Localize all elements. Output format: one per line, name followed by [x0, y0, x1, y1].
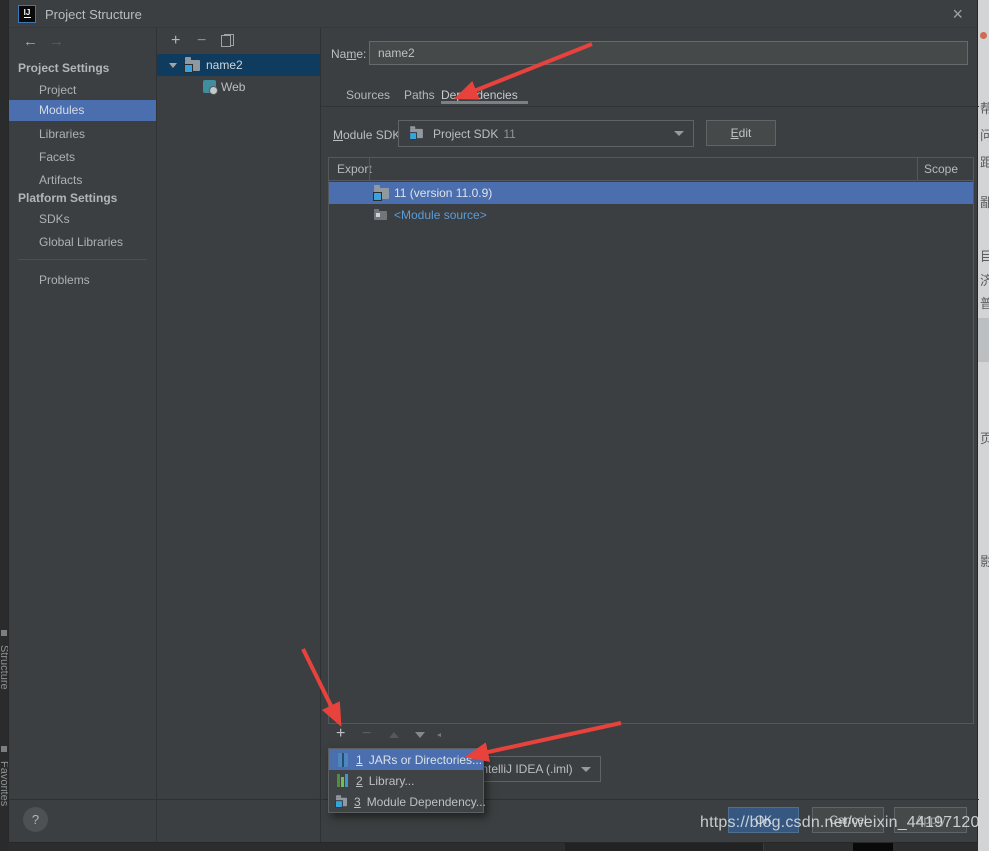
chevron-down-icon[interactable] [169, 63, 177, 68]
screen: Structure Favorites 帮 问 距 鄙 目 济 普 页 影 IJ… [0, 0, 989, 851]
bottom-segment [565, 843, 763, 851]
ide-left-stripe: Structure Favorites [0, 0, 8, 851]
name-label: Name: [331, 47, 366, 61]
clipped-cjk-char: 问 [980, 125, 989, 144]
dependencies-table-header[interactable]: Export Scope [329, 158, 973, 181]
iml-format-combo[interactable]: IntelliJ IDEA (.iml) [469, 756, 601, 782]
move-up-icon[interactable] [389, 732, 399, 738]
sdk-icon [410, 129, 423, 138]
sidebar-item-project[interactable]: Project [9, 80, 156, 101]
scope-column-header[interactable]: Scope [924, 158, 958, 180]
move-down-icon[interactable] [415, 732, 425, 738]
clipped-cjk-char: 目 [980, 246, 989, 265]
clipped-cjk-char: 帮 [980, 98, 989, 117]
sidebar-item-facets[interactable]: Facets [9, 147, 156, 168]
tabs-separator [321, 106, 979, 107]
sidebar-divider [18, 259, 147, 260]
tab-paths[interactable]: Paths [404, 85, 435, 105]
library-icon [335, 774, 350, 787]
sidebar-item-modules[interactable]: Modules [9, 100, 156, 121]
dependencies-table: Export Scope 11 (version 11.0.9) <Module… [328, 157, 974, 724]
tree-row-web[interactable]: Web [157, 76, 320, 98]
toolwindow-label-favorites[interactable]: Favorites [0, 761, 8, 806]
footer-separator [9, 799, 979, 800]
toolwindow-label-structure[interactable]: Structure [0, 645, 8, 690]
menu-item-module-dependency[interactable]: 3 Module Dependency... [329, 791, 483, 812]
tree-root-label[interactable]: name2 [206, 54, 243, 76]
dependency-label[interactable]: 11 (version 11.0.9) [394, 182, 492, 204]
tree-child-label[interactable]: Web [221, 76, 245, 98]
forward-arrow-icon: → [49, 33, 64, 50]
back-arrow-icon[interactable]: ← [23, 33, 38, 50]
module-source-icon [374, 211, 387, 220]
structure-toolwindow-icon [1, 630, 7, 636]
remove-module-icon[interactable]: − [197, 31, 206, 51]
clipped-cjk-char: 济 [980, 270, 989, 289]
sidebar-item-problems[interactable]: Problems [9, 270, 156, 291]
dependency-row-sdk[interactable]: 11 (version 11.0.9) [329, 182, 973, 204]
intellij-logo-icon: IJ [18, 5, 36, 23]
edit-button[interactable]: Edit [706, 120, 776, 146]
sidebar-item-libraries[interactable]: Libraries [9, 124, 156, 145]
bottom-black-box [853, 843, 893, 851]
modules-tree-panel: + − name2 Web [156, 28, 321, 842]
clipped-cjk-char: 页 [980, 428, 989, 447]
module-sdk-label: Module SDK: [333, 128, 404, 142]
menu-item-library[interactable]: 2 Library... [329, 770, 483, 791]
combo-arrow-icon [581, 767, 591, 772]
settings-sidebar: ← → Project Settings Project Modules Lib… [9, 28, 156, 842]
sidebar-item-artifacts[interactable]: Artifacts [9, 170, 156, 191]
background-red-dot [980, 32, 987, 39]
project-structure-dialog: IJ Project Structure × ← → Project Setti… [8, 0, 978, 843]
close-icon[interactable]: × [952, 2, 963, 26]
tab-selected-underline [441, 101, 528, 104]
column-divider [917, 158, 918, 181]
sdk-combo-version: 11 [503, 127, 515, 141]
clipped-cjk-char: 普 [980, 293, 989, 312]
favorites-toolwindow-icon [1, 746, 7, 752]
export-column-header[interactable]: Export [337, 158, 372, 180]
sidebar-item-global-libraries[interactable]: Global Libraries [9, 232, 156, 253]
help-button[interactable]: ? [23, 807, 48, 832]
logo-text: IJ [24, 8, 31, 17]
ide-bottom-sliver [8, 843, 978, 851]
combo-arrow-icon [674, 131, 684, 136]
project-settings-header: Project Settings [18, 61, 109, 75]
bottom-divider [763, 843, 764, 851]
clipped-cjk-char: 鄙 [980, 192, 989, 211]
dependency-row-module-source[interactable]: <Module source> [329, 204, 973, 226]
tab-sources[interactable]: Sources [346, 85, 390, 105]
sdk-combo-value: Project SDK [433, 127, 498, 141]
module-sdk-combo[interactable]: Project SDK 11 [398, 120, 694, 147]
dialog-title: Project Structure [45, 7, 142, 22]
name-input[interactable] [369, 41, 968, 65]
module-icon [185, 60, 200, 71]
sdk-dependency-icon [374, 188, 389, 199]
clipped-cjk-char: 影 [980, 551, 989, 570]
copy-module-icon[interactable] [221, 34, 234, 47]
tree-row-name2[interactable]: name2 [157, 54, 320, 76]
add-module-icon[interactable]: + [171, 31, 180, 51]
add-dependency-icon[interactable]: + [336, 725, 345, 743]
clipped-cjk-char: 距 [980, 152, 989, 171]
add-dependency-popup: 1 JARs or Directories... 2 Library... 3 … [328, 748, 484, 813]
dependency-label[interactable]: <Module source> [394, 204, 487, 226]
remove-dependency-icon[interactable]: − [362, 725, 371, 743]
background-window-sliver: 帮 问 距 鄙 目 济 普 页 影 [978, 0, 989, 851]
iml-combo-value: IntelliJ IDEA (.iml) [478, 762, 573, 776]
web-facet-icon [203, 80, 216, 93]
dialog-titlebar[interactable]: IJ Project Structure × [9, 0, 977, 28]
sidebar-item-sdks[interactable]: SDKs [9, 209, 156, 230]
jar-icon [335, 753, 350, 767]
csdn-watermark: https://blog.csdn.net/weixin_44197120 [700, 814, 980, 832]
module-dependency-icon [335, 797, 348, 807]
platform-settings-header: Platform Settings [18, 191, 117, 205]
background-block [978, 318, 989, 362]
column-divider [369, 158, 370, 181]
menu-item-jars-or-directories[interactable]: 1 JARs or Directories... [329, 749, 483, 770]
